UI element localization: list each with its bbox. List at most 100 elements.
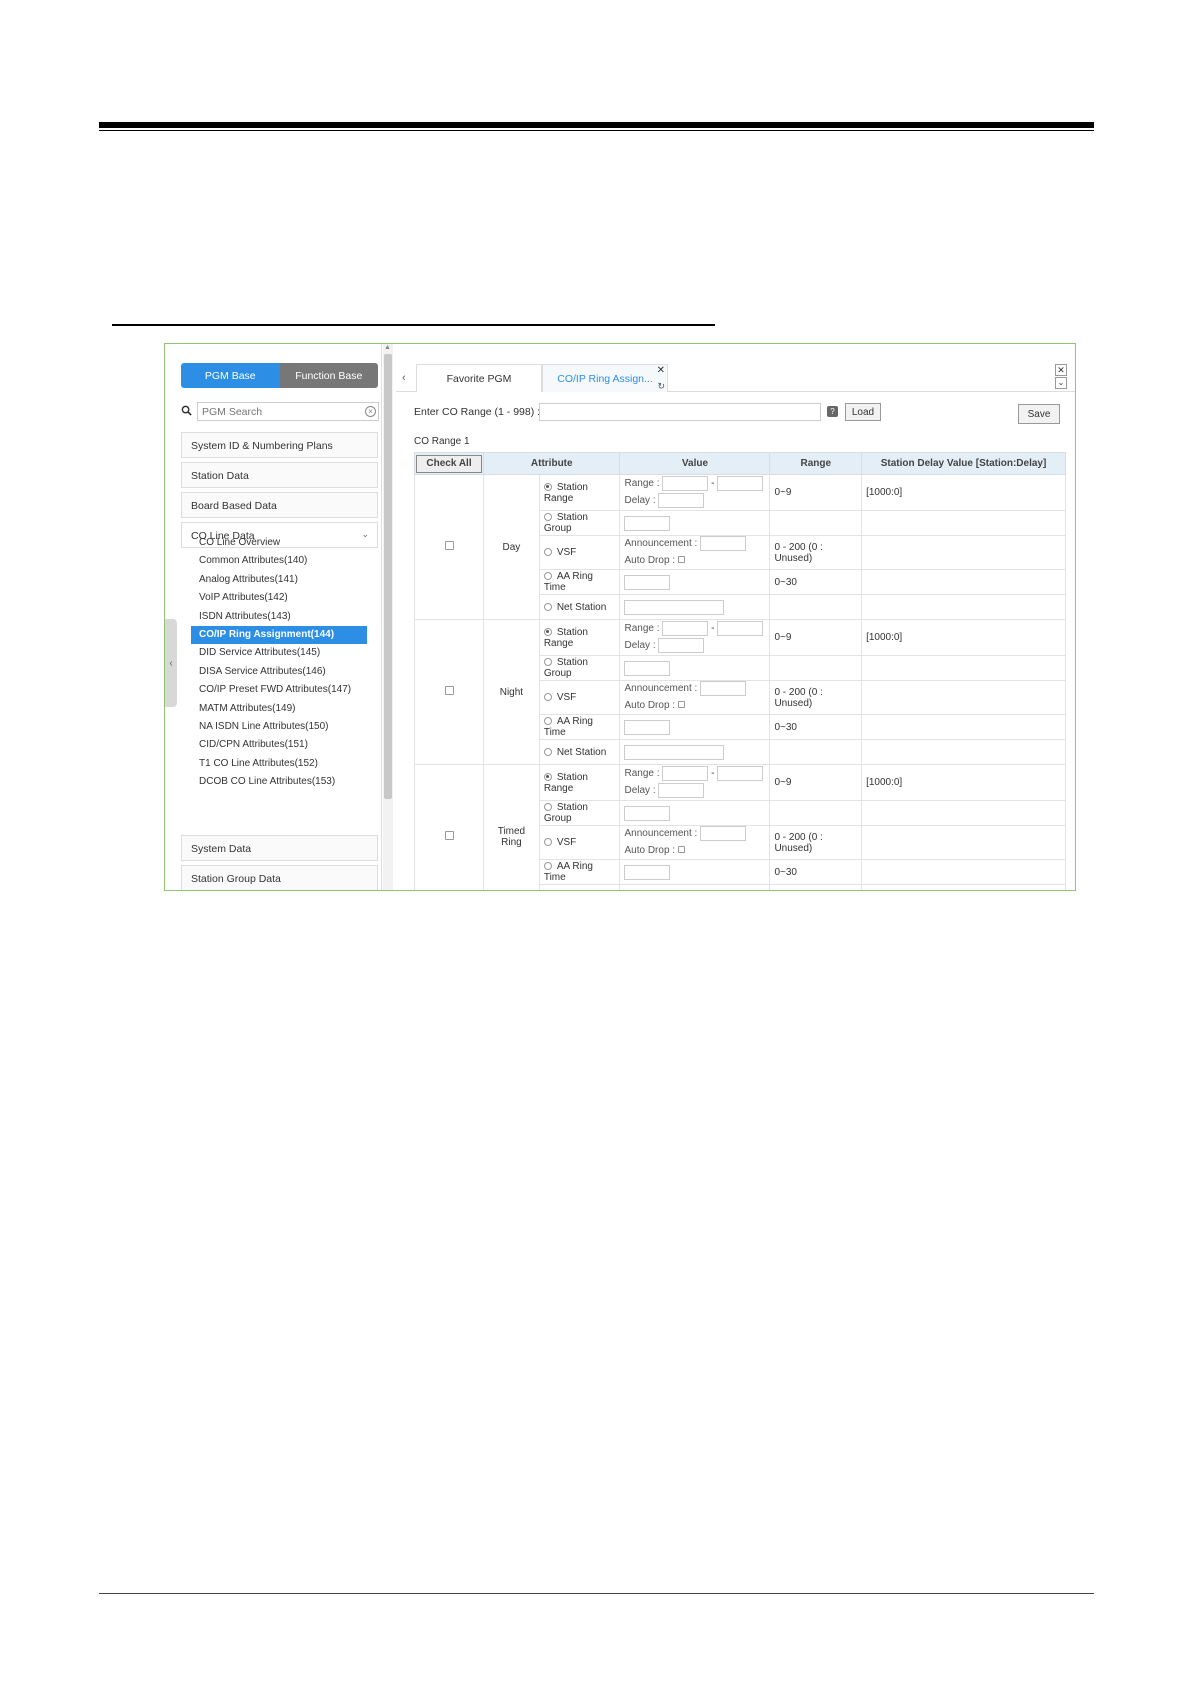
auto-drop-checkbox[interactable] [677, 700, 685, 708]
menu-system-id[interactable]: System ID & Numbering Plans [181, 432, 378, 458]
co-item-na-isdn[interactable]: NA ISDN Line Attributes(150) [181, 718, 378, 736]
co-range-input[interactable] [539, 403, 821, 421]
value-net-station [619, 884, 771, 890]
announcement-input[interactable] [700, 826, 747, 842]
range-from-input[interactable] [662, 766, 709, 782]
co-item-overview[interactable]: CO Line Overview [181, 534, 378, 552]
delay-aa-ring-time [861, 859, 1066, 885]
section-checkbox[interactable] [444, 541, 454, 550]
station-range-radio[interactable] [543, 482, 552, 491]
co-item-voip[interactable]: VoIP Attributes(142) [181, 589, 378, 607]
row-station-range: Timed Ring Station Range Range : - Delay… [414, 764, 1066, 890]
net-station-input[interactable] [624, 599, 725, 615]
value-vsf: Announcement : Auto Drop : [619, 680, 771, 715]
save-button[interactable]: Save [1018, 404, 1060, 424]
co-range-label: Enter CO Range (1 - 998) : [414, 406, 541, 418]
close-all-icon[interactable]: ✕ [1055, 364, 1067, 376]
mode-toggle: PGM Base Function Base [181, 363, 378, 388]
range-to-input[interactable] [717, 621, 764, 637]
net-station-input[interactable] [624, 889, 725, 890]
announcement-input[interactable] [700, 681, 747, 697]
announcement-label: Announcement : [624, 828, 698, 840]
menu-system-data[interactable]: System Data [181, 835, 378, 861]
delay-input[interactable] [658, 492, 705, 508]
header-rule-thin [99, 130, 1094, 131]
net-station-input[interactable] [624, 744, 725, 760]
co-item-matm[interactable]: MATM Attributes(149) [181, 700, 378, 718]
refresh-icon[interactable]: ↻ [657, 381, 665, 392]
menu-board-based-data[interactable]: Board Based Data [181, 492, 378, 518]
section-checkbox[interactable] [444, 686, 454, 695]
chevron-down-icon[interactable]: ⌄ [1055, 377, 1067, 389]
vsf-radio[interactable] [543, 838, 552, 847]
range-from-input[interactable] [662, 476, 709, 492]
range-label: Range : [624, 478, 660, 490]
aa-ring-time-radio[interactable] [543, 862, 552, 871]
range-to-input[interactable] [717, 476, 764, 492]
scroll-up-icon[interactable]: ▲ [384, 344, 391, 351]
pgm-base-tab[interactable]: PGM Base [181, 363, 280, 388]
check-all-button[interactable]: Check All [416, 454, 482, 473]
header-value: Value [619, 452, 771, 475]
station-range-radio[interactable] [543, 772, 552, 781]
section-checkbox[interactable] [444, 831, 454, 840]
help-icon[interactable]: ? [827, 406, 838, 417]
station-group-radio[interactable] [543, 658, 552, 667]
menu-station-data[interactable]: Station Data [181, 462, 378, 488]
co-item-t1[interactable]: T1 CO Line Attributes(152) [181, 755, 378, 773]
tab-scroll-left-icon[interactable]: ‹ [402, 372, 406, 384]
delay-vsf [861, 825, 1066, 860]
vsf-radio[interactable] [543, 693, 552, 702]
aa-ring-time-input[interactable] [624, 719, 671, 735]
pgm-search-input[interactable] [197, 402, 379, 421]
co-item-ring-assignment[interactable]: CO/IP Ring Assignment(144) [191, 625, 367, 645]
net-station-radio[interactable] [543, 602, 552, 611]
co-item-disa[interactable]: DISA Service Attributes(146) [181, 663, 378, 681]
aa-ring-time-radio[interactable] [543, 572, 552, 581]
tab-bar: ‹ Favorite PGM CO/IP Ring Assign... ✕ ↻ [396, 364, 1075, 392]
collapse-sidebar-handle[interactable]: ‹ [165, 619, 177, 707]
range-to-input[interactable] [717, 766, 764, 782]
value-vsf: Announcement : Auto Drop : [619, 825, 771, 860]
function-base-tab[interactable]: Function Base [279, 363, 378, 388]
load-button[interactable]: Load [845, 403, 881, 421]
auto-drop-checkbox[interactable] [677, 845, 685, 853]
co-item-dcob[interactable]: DCOB CO Line Attributes(153) [181, 773, 378, 791]
tab-co-ip-ring-assign[interactable]: CO/IP Ring Assign... ✕ ↻ [542, 364, 668, 392]
station-group-input[interactable] [624, 805, 671, 821]
close-tab-icon[interactable]: ✕ [657, 365, 665, 376]
net-station-radio[interactable] [543, 747, 552, 756]
range-aa-ring-time: 0~30 [769, 859, 863, 885]
value-station-group [619, 800, 771, 826]
station-range-radio[interactable] [543, 627, 552, 636]
aa-ring-time-input[interactable] [624, 574, 671, 590]
value-station-range: Range : - Delay : [619, 764, 771, 801]
tab-favorite-pgm[interactable]: Favorite PGM [416, 364, 542, 392]
row-station-range: Night Station Range Range : - Delay : 0~… [414, 619, 1066, 765]
aa-ring-time-input[interactable] [624, 864, 671, 880]
menu-station-group-data[interactable]: Station Group Data [181, 865, 378, 890]
co-item-analog[interactable]: Analog Attributes(141) [181, 571, 378, 589]
delay-input[interactable] [658, 782, 705, 798]
co-item-common[interactable]: Common Attributes(140) [181, 552, 378, 570]
delay-input[interactable] [658, 637, 705, 653]
aa-ring-time-radio[interactable] [543, 717, 552, 726]
station-group-input[interactable] [624, 515, 671, 531]
sidebar-scroll-thumb[interactable] [384, 354, 392, 799]
station-group-radio[interactable] [543, 513, 552, 522]
range-from-input[interactable] [662, 621, 709, 637]
clear-search-icon[interactable]: × [365, 406, 376, 417]
vsf-radio[interactable] [543, 548, 552, 557]
announcement-input[interactable] [700, 536, 747, 552]
range-label: Range : [624, 623, 660, 635]
station-group-input[interactable] [624, 660, 671, 676]
co-item-cid-cpn[interactable]: CID/CPN Attributes(151) [181, 736, 378, 754]
range-vsf: 0 - 200 (0 : Unused) [769, 680, 863, 715]
auto-drop-checkbox[interactable] [677, 555, 685, 563]
attr-vsf: VSF [538, 680, 621, 715]
delay-station-group [861, 655, 1066, 681]
co-item-preset-fwd[interactable]: CO/IP Preset FWD Attributes(147) [181, 681, 378, 699]
station-group-radio[interactable] [543, 803, 552, 812]
co-item-did[interactable]: DID Service Attributes(145) [181, 644, 378, 662]
co-item-isdn[interactable]: ISDN Attributes(143) [181, 608, 378, 626]
